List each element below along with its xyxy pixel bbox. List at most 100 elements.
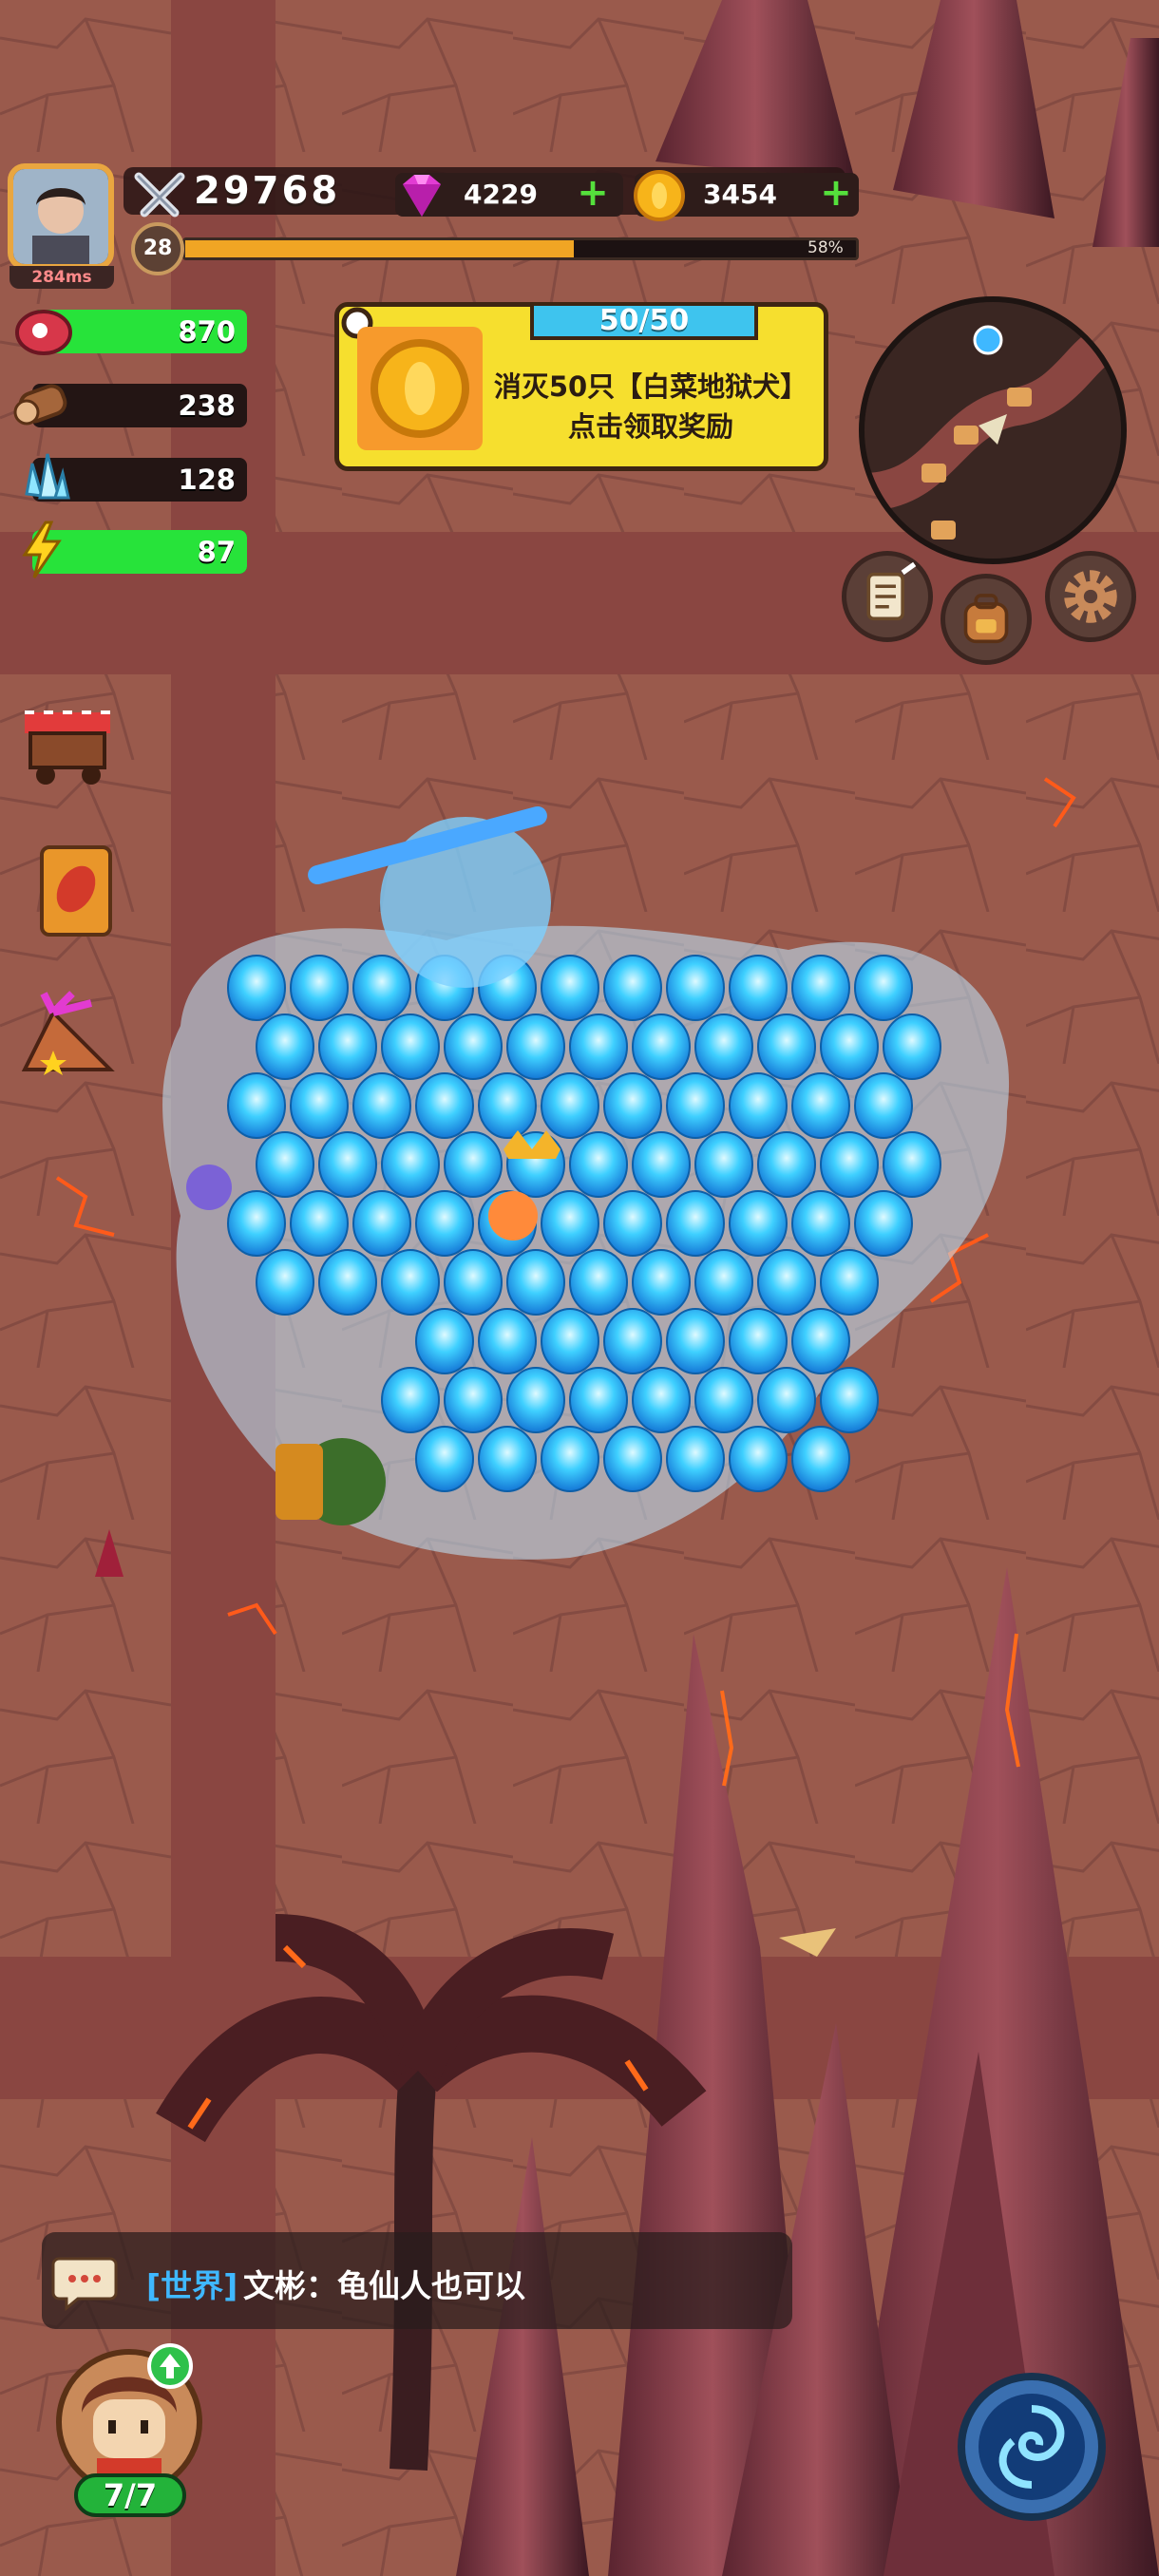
frozen-enemy bbox=[444, 1013, 503, 1080]
meat-icon bbox=[15, 310, 72, 355]
frozen-enemy bbox=[318, 1013, 377, 1080]
experience-fill bbox=[185, 240, 575, 257]
experience-bar bbox=[182, 237, 859, 260]
frozen-enemy bbox=[883, 1013, 941, 1080]
frozen-enemy bbox=[632, 1131, 691, 1198]
gold-coin-icon bbox=[370, 339, 469, 438]
frozen-enemy bbox=[415, 1072, 474, 1139]
frozen-enemy bbox=[854, 1072, 913, 1139]
frozen-enemy bbox=[415, 1308, 474, 1374]
frozen-enemy bbox=[729, 1072, 788, 1139]
crystal-icon bbox=[25, 453, 70, 500]
frozen-enemy bbox=[820, 1131, 879, 1198]
crossed-swords-icon bbox=[134, 172, 185, 218]
gold-coin-icon bbox=[634, 170, 685, 221]
wood-log-icon bbox=[13, 384, 67, 426]
gem-count: 4229 bbox=[464, 179, 538, 210]
minimap-terrain bbox=[864, 302, 1121, 559]
frozen-enemy bbox=[757, 1249, 816, 1316]
energy-value: 87 bbox=[197, 536, 236, 568]
lightning-icon bbox=[22, 521, 62, 578]
frozen-enemy bbox=[541, 1190, 599, 1257]
chat-channel-label: [世界] bbox=[146, 2267, 238, 2304]
crystal-value: 128 bbox=[178, 464, 236, 496]
frozen-enemy bbox=[381, 1013, 440, 1080]
frozen-enemy bbox=[791, 1072, 850, 1139]
scroll-quill-icon bbox=[866, 561, 917, 621]
vortex-skill-button[interactable] bbox=[956, 2371, 1108, 2523]
frozen-enemy bbox=[569, 1249, 628, 1316]
frozen-enemy bbox=[883, 1131, 941, 1198]
wood-value: 238 bbox=[178, 389, 236, 422]
frozen-enemy bbox=[381, 1249, 440, 1316]
shop-cart-button[interactable] bbox=[15, 693, 120, 798]
recipe-book-button[interactable] bbox=[25, 840, 129, 944]
frozen-enemy bbox=[694, 1249, 753, 1316]
frozen-enemy bbox=[352, 1190, 411, 1257]
frozen-enemy bbox=[541, 1308, 599, 1374]
experience-percent: 58% bbox=[808, 238, 844, 257]
add-gold-button[interactable]: + bbox=[819, 174, 853, 212]
player-avatar[interactable] bbox=[8, 163, 114, 270]
frozen-enemy bbox=[352, 955, 411, 1021]
frozen-enemy bbox=[256, 1013, 314, 1080]
frozen-enemy bbox=[791, 1308, 850, 1374]
frozen-enemy bbox=[290, 1190, 349, 1257]
chat-message: 文彬：龟仙人也可以 bbox=[243, 2267, 525, 2304]
frozen-enemy bbox=[820, 1013, 879, 1080]
frozen-enemy bbox=[666, 1190, 725, 1257]
quest-progress: 50/50 bbox=[530, 302, 758, 340]
network-ping: 284ms bbox=[10, 266, 114, 289]
frozen-enemy bbox=[757, 1013, 816, 1080]
frozen-enemy bbox=[666, 1072, 725, 1139]
frozen-enemy bbox=[820, 1249, 879, 1316]
frozen-enemy bbox=[569, 1367, 628, 1433]
frozen-enemy bbox=[444, 1131, 503, 1198]
frozen-enemy bbox=[444, 1367, 503, 1433]
frozen-enemy bbox=[666, 1426, 725, 1492]
frozen-enemy bbox=[666, 955, 725, 1021]
frozen-enemy bbox=[256, 1131, 314, 1198]
frozen-enemy bbox=[227, 1072, 286, 1139]
frozen-enemy bbox=[506, 1367, 565, 1433]
gift-pouch-button[interactable] bbox=[15, 984, 120, 1089]
frozen-enemy bbox=[541, 1426, 599, 1492]
frozen-enemy bbox=[478, 1072, 537, 1139]
frozen-enemy bbox=[603, 1426, 662, 1492]
frozen-enemy bbox=[820, 1367, 879, 1433]
frozen-enemy bbox=[729, 1308, 788, 1374]
frozen-enemy bbox=[729, 955, 788, 1021]
frozen-enemy bbox=[352, 1072, 411, 1139]
frozen-enemy bbox=[757, 1131, 816, 1198]
frozen-enemy bbox=[290, 1072, 349, 1139]
quest-objective: 消灭50只【白菜地狱犬】 bbox=[493, 370, 808, 403]
add-gems-button[interactable]: + bbox=[576, 174, 610, 212]
quest-scroll-button[interactable] bbox=[842, 551, 933, 642]
frozen-enemy bbox=[603, 1190, 662, 1257]
frozen-enemy bbox=[569, 1131, 628, 1198]
gem-icon bbox=[403, 175, 441, 217]
frozen-enemy bbox=[478, 1426, 537, 1492]
frozen-enemy bbox=[478, 1308, 537, 1374]
frozen-enemy bbox=[444, 1249, 503, 1316]
frozen-enemy bbox=[632, 1013, 691, 1080]
upgrade-arrow-icon bbox=[147, 2343, 193, 2389]
frozen-enemy bbox=[415, 1426, 474, 1492]
backpack-button[interactable] bbox=[940, 574, 1032, 665]
frozen-enemy bbox=[227, 1190, 286, 1257]
frozen-enemy bbox=[318, 1131, 377, 1198]
frozen-enemy bbox=[854, 955, 913, 1021]
gear-icon bbox=[1064, 570, 1117, 623]
backpack-icon bbox=[963, 594, 1009, 644]
frozen-enemy bbox=[541, 955, 599, 1021]
frozen-enemy bbox=[791, 1426, 850, 1492]
frozen-enemy bbox=[603, 1072, 662, 1139]
quest-claim-hint: 点击领取奖励 bbox=[567, 410, 733, 443]
frozen-enemy bbox=[632, 1367, 691, 1433]
settings-button[interactable] bbox=[1045, 551, 1136, 642]
minimap[interactable] bbox=[859, 296, 1127, 564]
frozen-enemy bbox=[791, 1190, 850, 1257]
frozen-enemy bbox=[632, 1249, 691, 1316]
frozen-enemy bbox=[381, 1131, 440, 1198]
frozen-enemy bbox=[506, 1013, 565, 1080]
